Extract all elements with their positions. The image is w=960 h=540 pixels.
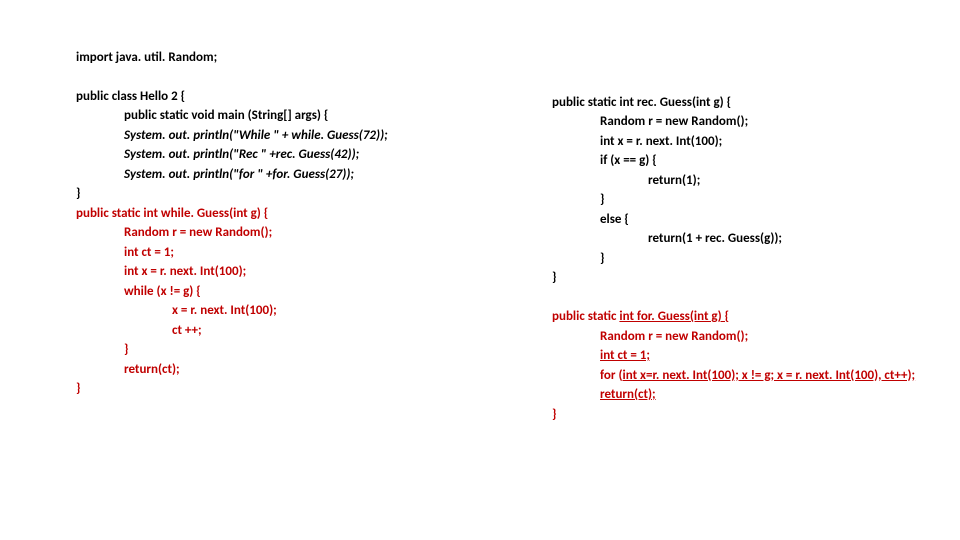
code-line: } [552, 270, 556, 285]
code-line: ct ++; [172, 321, 202, 341]
code-line: public static void main (String[] args) … [124, 106, 328, 126]
code-line: int x = r. next. Int(100); [600, 132, 722, 152]
code-line: if (x == g) { [600, 151, 657, 171]
code-line: } [600, 249, 604, 269]
code-line: System. out. println("While " + while. G… [124, 126, 388, 146]
code-text: for ( [600, 368, 623, 383]
code-line: Random r = new Random(); [600, 327, 748, 347]
slide: import java. util. Random; public class … [0, 0, 960, 540]
code-line: int ct = 1; [124, 243, 174, 263]
code-line: int ct = 1; [600, 346, 650, 366]
code-line: public static int for. Guess(int g) { [552, 309, 729, 324]
code-line: Random r = new Random(); [124, 223, 272, 243]
code-line: public static int rec. Guess(int g) { [552, 95, 731, 110]
code-line: for (int x=r. next. Int(100); x != g; x … [600, 366, 915, 386]
code-right-column: public static int rec. Guess(int g) { Ra… [552, 73, 915, 424]
code-line: } [600, 190, 604, 210]
code-line: } [124, 340, 128, 360]
code-line: System. out. println("for " +for. Guess(… [124, 165, 354, 185]
code-line: return(ct); [600, 385, 656, 405]
code-left-column: import java. util. Random; public class … [76, 28, 388, 399]
code-line: return(ct); [124, 360, 180, 380]
code-line: public class Hello 2 { [76, 89, 185, 104]
code-line: while (x != g) { [124, 282, 201, 302]
code-line: x = r. next. Int(100); [172, 301, 277, 321]
code-line: int x = r. next. Int(100); [124, 262, 246, 282]
code-line: return(1 + rec. Guess(g)); [648, 229, 782, 249]
code-line: } [552, 407, 556, 422]
code-line: } [76, 381, 80, 396]
code-text: int for. Guess(int g) { [619, 309, 729, 324]
code-text: public static [552, 309, 619, 324]
code-line: import java. util. Random; [76, 50, 217, 65]
code-line: System. out. println("Rec " +rec. Guess(… [124, 145, 359, 165]
code-text: int x=r. next. Int(100); x != g; x = r. … [623, 368, 916, 383]
code-line: } [76, 186, 80, 201]
code-line: public static int while. Guess(int g) { [76, 206, 268, 221]
code-line: else { [600, 210, 629, 230]
code-line: return(1); [648, 171, 700, 191]
code-line: Random r = new Random(); [600, 112, 748, 132]
